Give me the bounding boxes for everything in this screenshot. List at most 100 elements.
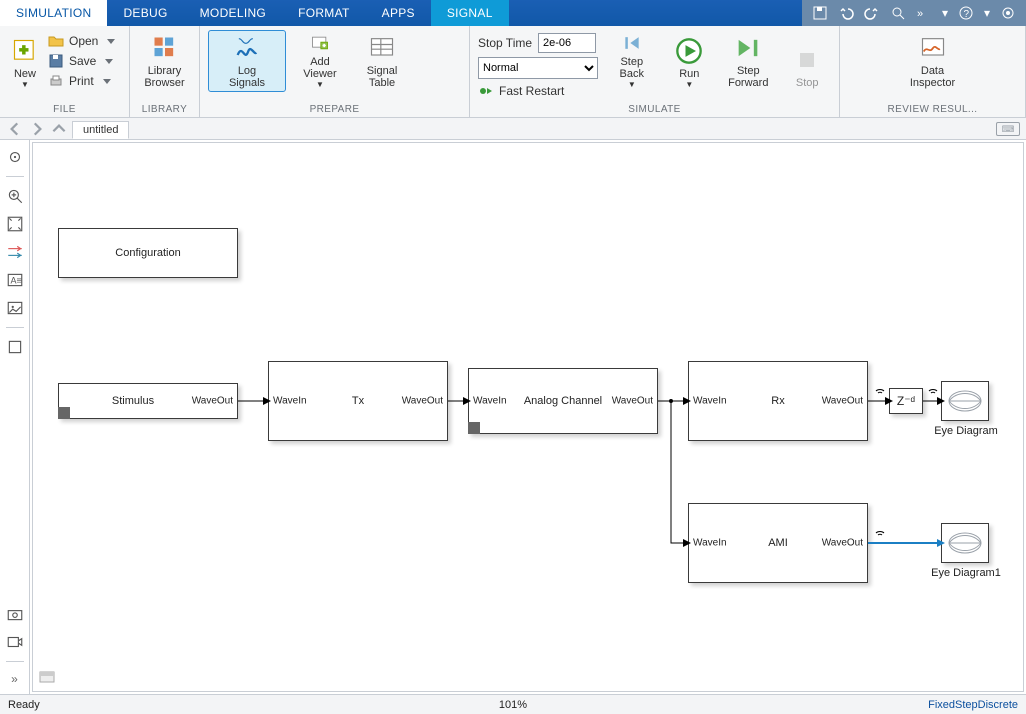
collapse-ribbon-icon[interactable] xyxy=(1000,5,1016,21)
eye-icon xyxy=(945,386,985,416)
model-tab[interactable]: untitled xyxy=(72,121,129,139)
group-library-label: LIBRARY xyxy=(138,102,191,115)
simulation-mode-select[interactable]: Normal xyxy=(478,57,598,79)
block-ami[interactable]: WaveIn AMI WaveOut xyxy=(688,503,868,583)
print-button[interactable]: Print xyxy=(48,72,115,90)
fast-restart-button[interactable]: Fast Restart xyxy=(478,82,598,100)
nav-back-icon[interactable] xyxy=(6,120,24,138)
status-ready: Ready xyxy=(8,699,40,711)
model-badge-icon[interactable] xyxy=(39,669,55,685)
group-library: Library Browser LIBRARY xyxy=(130,26,200,117)
port-out: WaveOut xyxy=(822,538,863,549)
quick-access-toolbar: » ▾ ? ▾ xyxy=(802,0,1026,26)
svg-text:»: » xyxy=(917,8,923,20)
tab-debug[interactable]: DEBUG xyxy=(107,0,183,26)
library-browser-button[interactable]: Library Browser xyxy=(138,30,191,92)
save-button[interactable]: Save xyxy=(48,52,115,70)
undo-icon[interactable] xyxy=(838,5,854,21)
toggle-sample-time-icon[interactable] xyxy=(6,243,24,261)
model-editor: A≡ » Configuration Stimulus WaveOut Wave… xyxy=(0,140,1026,694)
block-eye-diagram-label: Eye Diagram xyxy=(931,425,1001,437)
block-eye-diagram[interactable] xyxy=(941,381,989,421)
svg-text:A≡: A≡ xyxy=(10,275,21,285)
status-bar: Ready 101% FixedStepDiscrete xyxy=(0,694,1026,714)
group-simulate-label: SIMULATE xyxy=(478,102,831,115)
log-signals-button[interactable]: Log Signals xyxy=(208,30,286,92)
block-eye-diagram1[interactable] xyxy=(941,523,989,563)
svg-text:?: ? xyxy=(963,9,969,20)
stop-time-field[interactable]: Stop Time xyxy=(478,32,598,54)
keyboard-icon[interactable]: ⌨ xyxy=(996,122,1020,136)
tab-simulation[interactable]: SIMULATION xyxy=(0,0,107,26)
tab-modeling[interactable]: MODELING xyxy=(184,0,282,26)
block-badge-icon xyxy=(58,407,70,419)
toolstrip-tabs: SIMULATION DEBUG MODELING FORMAT APPS SI… xyxy=(0,0,1026,26)
status-solver[interactable]: FixedStepDiscrete xyxy=(928,699,1018,711)
group-review-label: REVIEW RESUL... xyxy=(848,102,1017,115)
block-ami-label: AMI xyxy=(768,537,788,549)
tab-apps[interactable]: APPS xyxy=(366,0,431,26)
add-viewer-button[interactable]: Add Viewer ▼ xyxy=(292,30,348,92)
ribbon: New ▼ Open Save Print FILE xyxy=(0,26,1026,118)
block-tx-label: Tx xyxy=(352,395,364,407)
block-analog-label: Analog Channel xyxy=(524,395,602,407)
snapshot-icon[interactable] xyxy=(6,605,24,623)
zoom-target-icon[interactable] xyxy=(6,148,24,166)
block-badge-icon xyxy=(468,422,480,434)
block-rx[interactable]: WaveIn Rx WaveOut xyxy=(688,361,868,441)
stop-time-input[interactable] xyxy=(538,33,596,53)
search-icon[interactable] xyxy=(890,5,906,21)
new-button[interactable]: New ▼ xyxy=(8,30,42,92)
step-back-button[interactable]: Step Back ▼ xyxy=(608,30,656,92)
stop-button[interactable]: Stop xyxy=(783,30,831,92)
port-in: WaveIn xyxy=(693,538,727,549)
redo-icon[interactable] xyxy=(864,5,880,21)
status-zoom[interactable]: 101% xyxy=(499,699,527,711)
tab-signal[interactable]: SIGNAL xyxy=(431,0,509,26)
block-delay[interactable]: Z⁻ᵈ xyxy=(889,388,923,414)
group-file: New ▼ Open Save Print FILE xyxy=(0,26,130,117)
area-icon[interactable] xyxy=(6,338,24,356)
block-eye-diagram1-label: Eye Diagram1 xyxy=(928,567,1004,579)
record-icon[interactable] xyxy=(6,633,24,651)
zoom-in-icon[interactable] xyxy=(6,187,24,205)
open-button[interactable]: Open xyxy=(48,32,115,50)
port-out: WaveOut xyxy=(402,396,443,407)
port-out: WaveOut xyxy=(192,396,233,407)
expand-palette-icon[interactable]: » xyxy=(11,672,18,686)
block-rx-label: Rx xyxy=(771,395,784,407)
eye-icon xyxy=(945,528,985,558)
group-file-label: FILE xyxy=(8,102,121,115)
canvas[interactable]: Configuration Stimulus WaveOut WaveIn Tx… xyxy=(32,142,1024,692)
fit-view-icon[interactable] xyxy=(6,215,24,233)
port-out: WaveOut xyxy=(822,396,863,407)
group-prepare-label: PREPARE xyxy=(208,102,461,115)
block-analog-channel[interactable]: WaveIn Analog Channel WaveOut xyxy=(468,368,658,434)
group-review-results: Data Inspector REVIEW RESUL... xyxy=(840,26,1026,117)
nav-up-icon[interactable] xyxy=(50,120,68,138)
block-configuration-label: Configuration xyxy=(115,247,180,259)
save-icon[interactable] xyxy=(812,5,828,21)
port-in: WaveIn xyxy=(693,396,727,407)
block-delay-label: Z⁻ᵈ xyxy=(897,394,915,408)
group-simulate: Stop Time Normal Fast Restart Step Back … xyxy=(470,26,840,117)
image-icon[interactable] xyxy=(6,299,24,317)
annotation-icon[interactable]: A≡ xyxy=(6,271,24,289)
palette: A≡ » xyxy=(0,140,30,694)
data-inspector-button[interactable]: Data Inspector xyxy=(898,30,968,92)
block-tx[interactable]: WaveIn Tx WaveOut xyxy=(268,361,448,441)
port-in: WaveIn xyxy=(273,396,307,407)
more-icon[interactable]: » xyxy=(916,5,932,21)
block-stimulus[interactable]: Stimulus WaveOut xyxy=(58,383,238,419)
step-forward-button[interactable]: Step Forward xyxy=(723,30,773,92)
port-out: WaveOut xyxy=(612,396,653,407)
stop-time-label: Stop Time xyxy=(478,36,532,50)
nav-forward-icon[interactable] xyxy=(28,120,46,138)
explorer-bar: untitled ⌨ xyxy=(0,118,1026,140)
block-configuration[interactable]: Configuration xyxy=(58,228,238,278)
signal-table-button[interactable]: Signal Table xyxy=(354,30,410,92)
tab-format[interactable]: FORMAT xyxy=(282,0,366,26)
help-icon[interactable]: ? xyxy=(958,5,974,21)
run-button[interactable]: Run ▼ xyxy=(666,30,714,92)
group-prepare: Log Signals Add Viewer ▼ Signal Table PR… xyxy=(200,26,470,117)
